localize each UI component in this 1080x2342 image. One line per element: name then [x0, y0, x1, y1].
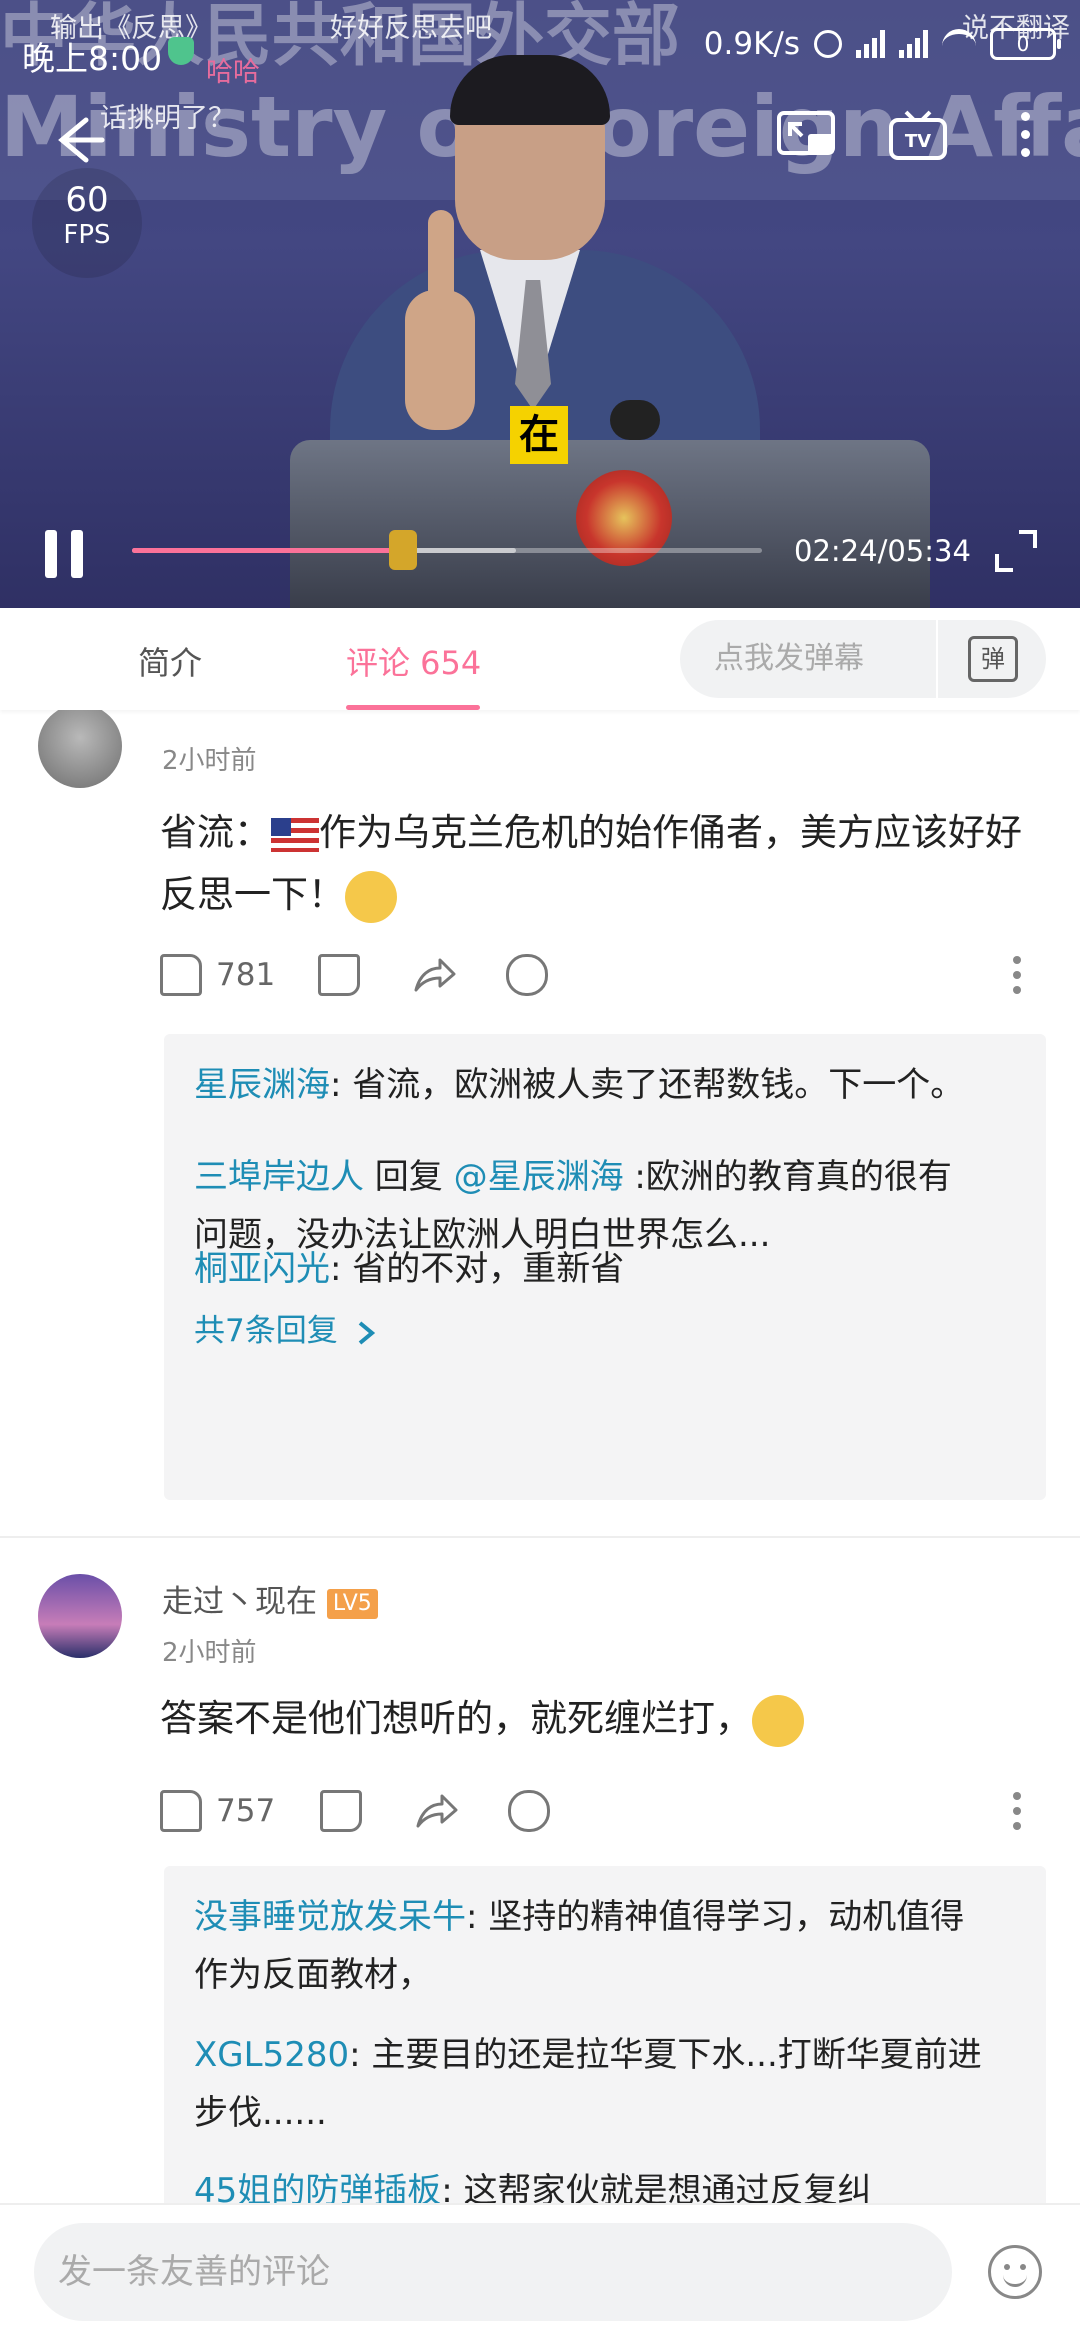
signal-icon: [856, 30, 885, 58]
avatar[interactable]: [38, 710, 122, 788]
network-speed: 0.9K/s: [703, 26, 800, 62]
danmaku-icon: 弹: [968, 636, 1018, 682]
reply-username[interactable]: 三埠岸边人: [194, 1157, 364, 1197]
comment-more-icon[interactable]: [1013, 1792, 1023, 1832]
comment-body: 答案不是他们想听的，就死缠烂打，: [160, 1697, 752, 1740]
reply-text: : 省的不对，重新省: [330, 1249, 625, 1289]
reply-item: XGL5280: 主要目的还是拉华夏下水...打断华夏前进步伐......: [194, 2026, 984, 2142]
reply-preview-box[interactable]: 星辰渊海: 省流，欧洲被人卖了还帮数钱。下一个。 三埠岸边人 回复 @星辰渊海 …: [164, 1034, 1046, 1500]
microphone: [610, 400, 660, 440]
thumbs-up-icon: [160, 1790, 202, 1832]
danmaku-input[interactable]: 点我发弹幕: [680, 620, 936, 698]
comment-compose-bar: 发一条友善的评论: [0, 2203, 1080, 2342]
pause-icon[interactable]: [45, 530, 89, 578]
level-badge: LV5: [326, 1588, 378, 1619]
dislike-button[interactable]: [318, 954, 360, 996]
reply-item: 没事睡觉放发呆牛: 坚持的精神值得学习，动机值得作为反面教材，: [194, 1888, 984, 2004]
video-player[interactable]: 中华人民共和国外交部 Ministry of Foreign Affairs 输…: [0, 0, 1080, 608]
chat-bubble-icon: [506, 954, 548, 996]
progress-thumb[interactable]: [388, 530, 417, 570]
status-indicators: 0.9K/s 0: [703, 26, 1061, 62]
back-arrow-icon[interactable]: [48, 110, 108, 170]
annoyed-emoji-icon: [345, 870, 397, 923]
danmaku-comment: 好好反思去吧: [330, 13, 492, 44]
comment-input[interactable]: 发一条友善的评论: [34, 2223, 952, 2321]
comment-text: 省流： 作为乌克兰危机的始作俑者，美方应该好好反思一下！: [160, 802, 1040, 926]
playback-time: 02:24/05:34: [794, 534, 971, 568]
comment-username[interactable]: 走过丶现在: [162, 1584, 317, 1620]
subtitle-caption: 在: [510, 406, 568, 464]
reply-preview-box[interactable]: 没事睡觉放发呆牛: 坚持的精神值得学习，动机值得作为反面教材， XGL5280:…: [164, 1866, 1046, 2203]
share-button[interactable]: [414, 1790, 458, 1832]
danmaku-comment: 哈哈: [206, 57, 260, 88]
reply-item: 星辰渊海: 省流，欧洲被人卖了还帮数钱。下一个。: [194, 1056, 984, 1114]
tv-cast-icon[interactable]: TV: [888, 108, 948, 164]
tab-bar: 简介 评论 654 点我发弹幕 弹: [0, 608, 1080, 710]
danmaku-comment: 话挑明了？: [100, 103, 235, 134]
reply-username[interactable]: 桐亚闪光: [194, 1249, 330, 1289]
comment-time: 2小时前: [162, 746, 257, 776]
share-icon: [414, 958, 456, 992]
comment-item: 2小时前 省流： 作为乌克兰危机的始作俑者，美方应该好好反思一下！ 781 星辰渊…: [0, 710, 1080, 1536]
fps-indicator: 60 FPS: [32, 168, 142, 278]
reply-text: : 省流，欧洲被人卖了还帮数钱。下一个。: [330, 1065, 965, 1105]
picture-in-picture-icon[interactable]: [776, 110, 836, 160]
status-time: 晚上8:00: [22, 39, 163, 78]
like-button[interactable]: 757: [160, 1790, 275, 1832]
thumbs-up-icon: [160, 954, 202, 996]
signal-icon: [899, 30, 928, 58]
emoji-icon[interactable]: [988, 2245, 1042, 2299]
reply-item: 45姐的防弹插板: 这帮家伙就是想通过反复纠: [194, 2162, 984, 2203]
smug-emoji-icon: [752, 1694, 804, 1747]
comment-user-line: 走过丶现在 LV5: [162, 1576, 378, 1621]
played-bar: [132, 548, 403, 553]
fullscreen-icon[interactable]: [995, 530, 1037, 572]
share-button[interactable]: [412, 954, 456, 996]
reply-text: : 这帮家伙就是想通过反复纠: [441, 2171, 872, 2203]
comment-time: 2小时前: [162, 1638, 257, 1668]
battery-icon: 0: [990, 28, 1061, 60]
comment-more-icon[interactable]: [1013, 956, 1023, 996]
more-options-icon[interactable]: [1010, 106, 1040, 166]
svg-text:TV: TV: [905, 131, 931, 152]
like-count: 781: [216, 957, 276, 993]
chevron-right-icon: [358, 1320, 375, 1345]
chat-bubble-icon: [508, 1790, 550, 1832]
reply-username[interactable]: 没事睡觉放发呆牛: [194, 1897, 466, 1937]
more-replies-link[interactable]: 共7条回复: [194, 1302, 378, 1360]
wifi-icon: [942, 28, 976, 60]
reply-button[interactable]: [506, 954, 548, 996]
speaker-finger: [428, 210, 454, 310]
like-button[interactable]: 781: [160, 954, 275, 996]
reply-item: 桐亚闪光: 省的不对，重新省: [194, 1240, 984, 1298]
reply-username[interactable]: 45姐的防弹插板: [194, 2171, 441, 2203]
fps-unit: FPS: [63, 220, 111, 250]
thumbs-down-icon: [318, 954, 360, 996]
reply-mention[interactable]: @星辰渊海: [454, 1157, 624, 1197]
reply-button[interactable]: [508, 1790, 550, 1832]
reply-username[interactable]: 星辰渊海: [194, 1065, 330, 1105]
avatar[interactable]: [38, 1574, 122, 1658]
progress-bar[interactable]: [132, 530, 762, 570]
thumbs-down-icon: [320, 1790, 362, 1832]
more-replies-label: 共7条回复: [194, 1313, 338, 1349]
tab-comments[interactable]: 评论 654: [346, 638, 481, 684]
comment-prefix: 省流：: [160, 811, 271, 854]
dislike-button[interactable]: [320, 1790, 362, 1832]
like-count: 757: [216, 1793, 276, 1829]
share-icon: [416, 1794, 458, 1828]
comment-item: 走过丶现在 LV5 2小时前 答案不是他们想听的，就死缠烂打， 757 没事睡觉…: [0, 1538, 1080, 2203]
alarm-icon: [814, 30, 842, 58]
comment-text: 答案不是他们想听的，就死缠烂打，: [160, 1688, 1040, 1750]
fps-value: 60: [65, 180, 109, 220]
danmaku-toggle-button[interactable]: 弹: [936, 620, 1046, 698]
us-flag-icon: [271, 817, 319, 852]
speaker-hand: [405, 290, 475, 430]
reply-username[interactable]: XGL5280: [194, 2035, 349, 2075]
tab-intro[interactable]: 简介: [138, 638, 202, 684]
reply-word: 回复: [364, 1157, 454, 1197]
shield-icon: [168, 37, 194, 65]
